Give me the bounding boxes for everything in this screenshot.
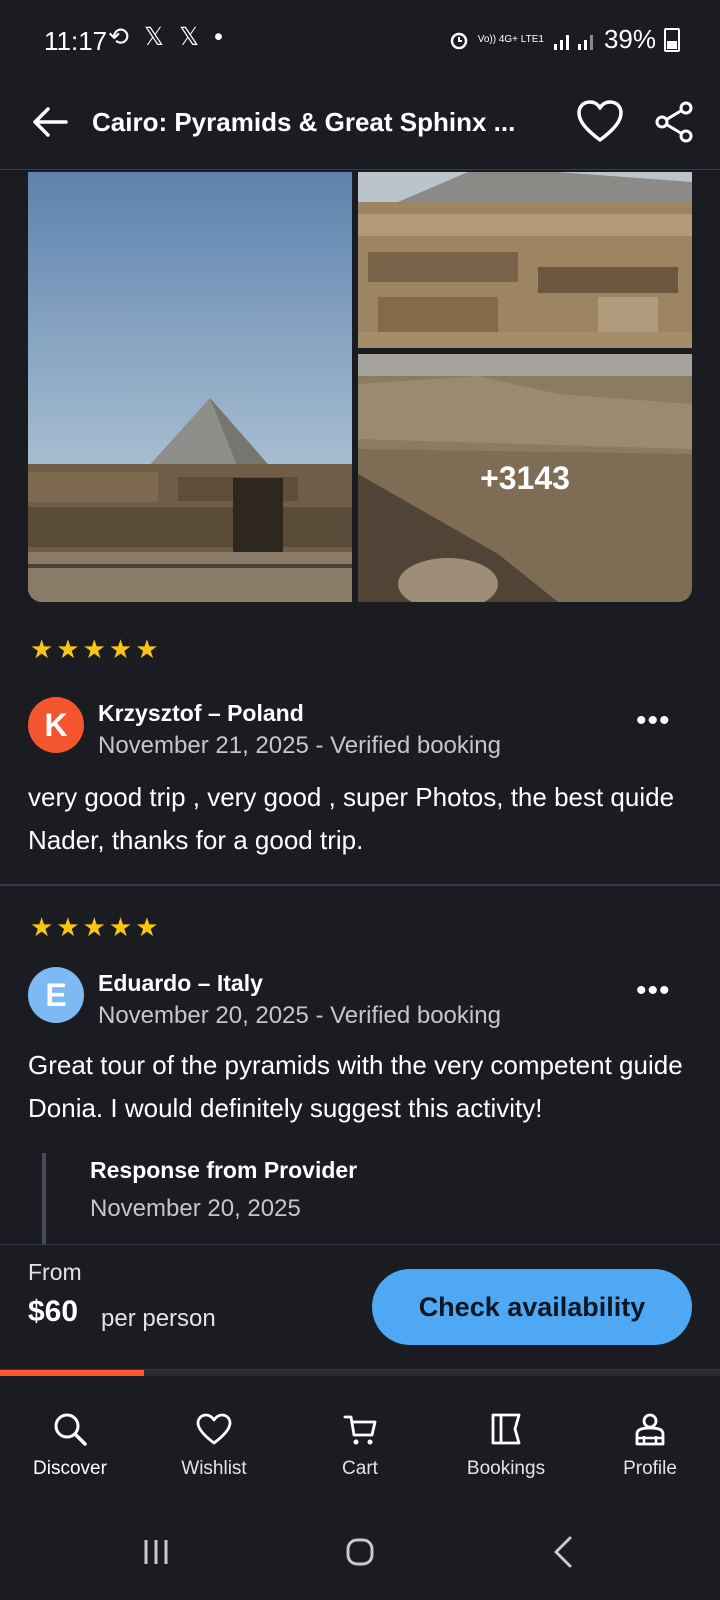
tab-label: Bookings — [466, 1458, 546, 1479]
reviewer-name: Krzysztof – Poland — [98, 700, 304, 726]
recent-apps-icon[interactable] — [132, 1528, 180, 1576]
signal-icon — [553, 34, 593, 50]
system-navigation-bar — [0, 1502, 720, 1600]
tab-profile[interactable]: Profile — [580, 1376, 720, 1502]
share-icon[interactable] — [650, 98, 698, 146]
tab-cart[interactable]: Cart — [290, 1376, 430, 1502]
app-bar: Cairo: Pyramids & Great Sphinx ... — [0, 80, 720, 170]
avatar: K — [28, 697, 84, 753]
search-icon — [54, 1413, 87, 1446]
status-indicators: Vo)) 4G+ LTE1 39% — [448, 24, 680, 55]
rating-stars: ★★★★★ — [30, 634, 162, 664]
notification-icons: ⟲ 𝕏 𝕏 • — [108, 23, 227, 51]
bookings-icon — [491, 1413, 521, 1445]
heart-icon — [196, 1413, 232, 1445]
wishlist-heart-icon[interactable] — [574, 96, 626, 148]
tab-label: Cart — [342, 1458, 378, 1479]
page-title: Cairo: Pyramids & Great Sphinx ... — [92, 107, 516, 137]
tab-wishlist[interactable]: Wishlist — [144, 1376, 284, 1502]
response-title: Response from Provider — [90, 1157, 358, 1183]
profile-icon — [635, 1413, 665, 1446]
tab-label: Profile — [623, 1458, 677, 1479]
tab-label: Discover — [33, 1458, 107, 1479]
battery-icon — [664, 27, 680, 52]
battery-level: 39% — [603, 24, 656, 54]
avatar: E — [28, 967, 84, 1023]
back-arrow-icon[interactable] — [26, 98, 74, 146]
price-from-label: From — [28, 1259, 82, 1285]
gallery-photo-more[interactable]: +3143 — [358, 354, 692, 602]
response-date: November 20, 2025 — [90, 1195, 301, 1222]
network-indicator: Vo)) 4G+ LTE1 — [477, 34, 544, 45]
review-text: Great tour of the pyramids with the very… — [28, 1050, 683, 1123]
review-more-options-icon[interactable]: ••• — [636, 704, 671, 738]
home-icon[interactable] — [336, 1528, 384, 1576]
status-bar: 11:17 ⟲ 𝕏 𝕏 • Vo)) 4G+ LTE1 39% — [0, 0, 720, 80]
back-nav-icon[interactable] — [540, 1528, 588, 1576]
tab-discover[interactable]: Discover — [0, 1376, 140, 1502]
cart-icon — [343, 1415, 377, 1445]
gallery-photo-excavation[interactable] — [358, 172, 692, 348]
review-more-options-icon[interactable]: ••• — [636, 974, 671, 1008]
price-unit: per person — [101, 1305, 216, 1332]
review-text: very good trip , very good , super Photo… — [28, 782, 675, 855]
photo-gallery: +3143 — [28, 172, 692, 602]
alarm-icon — [450, 32, 467, 49]
review-meta: November 20, 2025 - Verified booking — [98, 1002, 501, 1029]
rating-stars: ★★★★★ — [30, 912, 162, 942]
status-time: 11:17 — [44, 26, 108, 56]
bottom-tab-bar: Discover Wishlist Cart Bookings Profile — [0, 1376, 720, 1502]
booking-bar: From $60 per person Check availability — [0, 1244, 720, 1370]
divider — [0, 884, 720, 886]
tab-bookings[interactable]: Bookings — [436, 1376, 576, 1502]
more-photos-count: +3143 — [480, 459, 570, 496]
review-meta: November 21, 2025 - Verified booking — [98, 732, 501, 759]
reviewer-name: Eduardo – Italy — [98, 970, 263, 996]
tab-label: Wishlist — [181, 1458, 247, 1479]
price-value: $60 — [28, 1295, 79, 1328]
gallery-photo-pyramid[interactable] — [28, 172, 352, 602]
check-availability-button[interactable]: Check availability — [372, 1269, 692, 1345]
